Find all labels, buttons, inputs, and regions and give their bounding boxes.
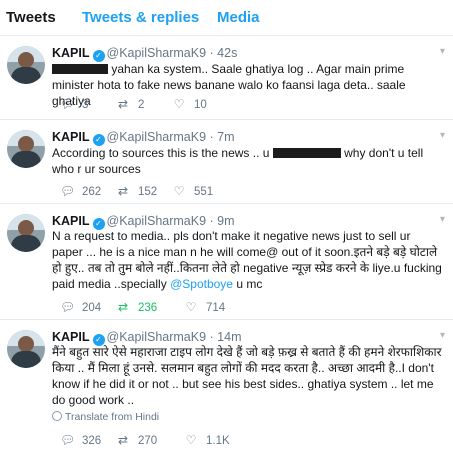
heart-icon: ♡ <box>173 184 185 198</box>
avatar[interactable] <box>7 46 45 84</box>
tweet-time[interactable]: · 14m <box>210 330 242 344</box>
reply-icon: 💬︎ <box>60 184 76 198</box>
tweet[interactable]: KAPIL ✓ @KapilSharmaK9 · 7m ▾ According to… <box>0 120 453 204</box>
tweet[interactable]: KAPIL ✓ @KapilSharmaK9 · 14m ▾ मैंने बहुत … <box>0 320 453 450</box>
author-name[interactable]: KAPIL <box>52 130 90 144</box>
tweet[interactable]: KAPIL ✓ @KapilSharmaK9 · 9m ▾ N a request … <box>0 204 453 320</box>
reply-icon: 💬︎ <box>60 433 76 447</box>
retweet-icon: ⇄ <box>117 184 129 198</box>
heart-icon: ♡ <box>185 433 197 447</box>
like-count: 10 <box>194 99 207 111</box>
reply-count: 326 <box>82 435 102 447</box>
retweet-count: 270 <box>138 435 158 447</box>
retweet-count: 236 <box>138 302 158 314</box>
retweet-button[interactable]: ⇄ 152 <box>116 184 157 198</box>
reply-button[interactable]: 💬︎ 3 <box>60 97 88 111</box>
like-count: 714 <box>206 302 226 314</box>
tweet-text-end: u mc <box>236 277 263 291</box>
tweet-header: KAPIL ✓ @KapilSharmaK9 · 42s <box>52 46 237 62</box>
profile-tabs: Tweets Tweets & replies Media <box>0 0 453 36</box>
reply-icon: 💬︎ <box>60 97 76 111</box>
author-handle[interactable]: @KapilSharmaK9 <box>107 330 207 344</box>
tweet[interactable]: KAPIL ✓ @KapilSharmaK9 · 42s ▾ yahan ka sy… <box>0 36 453 120</box>
tab-media[interactable]: Media <box>217 9 260 26</box>
globe-icon <box>52 411 62 421</box>
avatar[interactable] <box>7 330 45 368</box>
retweet-button[interactable]: ⇄ 270 <box>116 433 157 447</box>
chevron-down-icon[interactable]: ▾ <box>440 130 445 141</box>
tweet-text-lead: According to sources this is the news ..… <box>52 146 270 160</box>
chevron-down-icon[interactable]: ▾ <box>440 330 445 341</box>
author-name[interactable]: KAPIL <box>52 214 90 228</box>
like-count: 1.1K <box>206 435 230 447</box>
author-name[interactable]: KAPIL <box>52 46 90 60</box>
redaction-bar <box>52 64 108 74</box>
author-name[interactable]: KAPIL <box>52 330 90 344</box>
like-button[interactable]: ♡ 1.1K <box>184 433 230 447</box>
redaction-bar <box>272 148 341 158</box>
reply-count: 3 <box>82 99 89 111</box>
heart-icon: ♡ <box>185 300 197 314</box>
reply-button[interactable]: 💬︎ 262 <box>60 184 101 198</box>
tweet-time[interactable]: · 9m <box>210 214 235 228</box>
tweet-text: According to sources this is the news ..… <box>52 145 444 177</box>
author-handle[interactable]: @KapilSharmaK9 <box>107 130 207 144</box>
tweet-text-body: मैंने बहुत सारे ऐसे महाराजा टाइप लोग देख… <box>52 345 442 407</box>
mention-link[interactable]: @Spotboye <box>170 277 233 291</box>
tweet-time[interactable]: · 7m <box>210 130 235 144</box>
translate-label: Translate from Hindi <box>65 411 160 423</box>
heart-icon: ♡ <box>173 97 185 111</box>
like-button[interactable]: ♡ 551 <box>172 184 214 198</box>
reply-button[interactable]: 💬︎ 326 <box>60 433 101 447</box>
reply-count: 204 <box>82 302 102 314</box>
retweet-icon: ⇄ <box>117 300 129 314</box>
retweet-button[interactable]: ⇄ 236 <box>116 300 157 314</box>
tab-tweets-and-replies[interactable]: Tweets & replies <box>82 9 199 26</box>
retweet-icon: ⇄ <box>117 97 129 111</box>
retweet-count: 152 <box>138 186 158 198</box>
translate-link[interactable]: Translate from Hindi <box>52 411 159 423</box>
chevron-down-icon[interactable]: ▾ <box>440 46 445 57</box>
tweet-text: yahan ka system.. Saale ghatiya log .. A… <box>52 61 444 109</box>
tab-tweets[interactable]: Tweets <box>6 9 56 26</box>
retweet-count: 2 <box>138 99 145 111</box>
tweet-time[interactable]: · 42s <box>210 46 238 60</box>
retweet-button[interactable]: ⇄ 2 <box>116 97 144 111</box>
author-handle[interactable]: @KapilSharmaK9 <box>107 214 207 228</box>
retweet-icon: ⇄ <box>117 433 129 447</box>
tweet-text: N a request to media.. pls don't make it… <box>52 228 444 292</box>
like-button[interactable]: ♡ 714 <box>184 300 226 314</box>
chevron-down-icon[interactable]: ▾ <box>440 214 445 225</box>
like-count: 551 <box>194 186 214 198</box>
author-handle[interactable]: @KapilSharmaK9 <box>107 46 207 60</box>
reply-count: 262 <box>82 186 102 198</box>
tweet-text: मैंने बहुत सारे ऐसे महाराजा टाइप लोग देख… <box>52 344 444 408</box>
avatar[interactable] <box>7 214 45 252</box>
reply-icon: 💬︎ <box>60 300 76 314</box>
like-button[interactable]: ♡ 10 <box>172 97 207 111</box>
avatar[interactable] <box>7 130 45 168</box>
reply-button[interactable]: 💬︎ 204 <box>60 300 101 314</box>
tweet-header: KAPIL ✓ @KapilSharmaK9 · 7m <box>52 130 235 146</box>
